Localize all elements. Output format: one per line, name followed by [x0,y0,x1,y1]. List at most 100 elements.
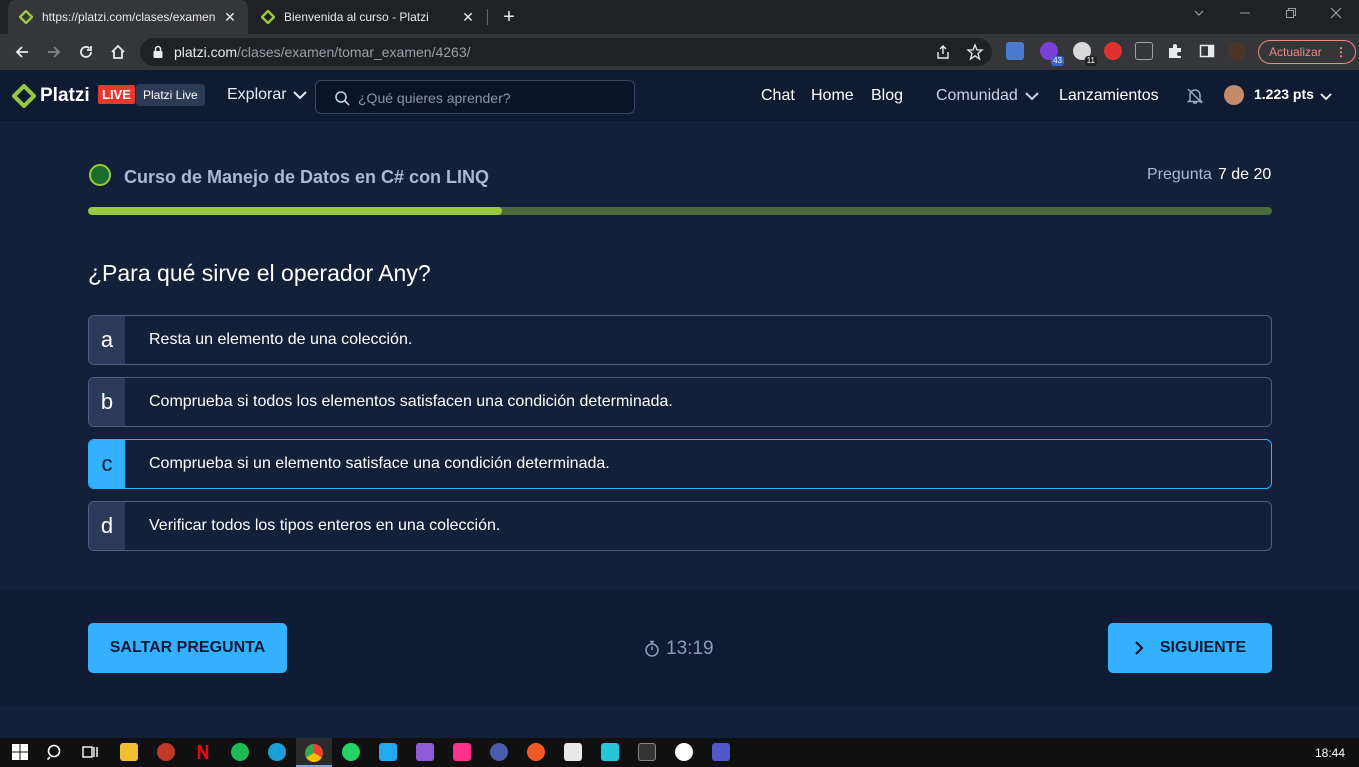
teams-icon[interactable] [712,743,730,761]
tab-close-icon[interactable]: ✕ [222,9,238,26]
app-icon[interactable] [490,743,508,761]
url-text: platzi.com/clases/examen/tomar_examen/42… [174,44,471,60]
timer-value: 13:19 [666,638,714,659]
task-view-icon[interactable] [81,743,99,761]
course-badge-icon [89,164,111,186]
whatsapp-icon[interactable] [342,743,360,761]
platzi-favicon-icon [260,9,276,25]
option-text: Resta un elemento de una colección. [149,331,413,348]
app-icon[interactable] [157,743,175,761]
question-counter: Pregunta 7 de 20 [1147,166,1271,184]
next-label: SIGUIENTE [1159,639,1247,656]
tab-title: Bienvenida al curso - Platzi [284,10,429,24]
app-icon[interactable] [564,743,582,761]
tab-close-icon[interactable]: ✕ [460,9,476,26]
platzi-logo[interactable]: Platzi [12,84,90,108]
search-box [315,80,635,114]
next-button[interactable]: SIGUIENTE [1108,623,1272,673]
browser-toolbar: platzi.com/clases/examen/tomar_examen/42… [0,34,1359,70]
extension-icon[interactable]: 11 [1073,42,1097,66]
restore-icon[interactable] [1268,0,1314,30]
explorar-label: Explorar [227,86,287,103]
spotify-icon[interactable] [231,743,249,761]
question-counter-value: 7 de 20 [1217,166,1272,183]
app-icon[interactable] [527,743,545,761]
comunidad-label: Comunidad [936,87,1018,104]
extension-icon[interactable] [1104,42,1122,60]
option-text: Verificar todos los tipos enteros en una… [149,517,501,534]
chrome-taskbar-app[interactable] [296,738,332,767]
exam-progress-bar [88,207,1272,215]
share-icon[interactable] [934,43,952,61]
address-bar[interactable]: platzi.com/clases/examen/tomar_examen/42… [140,38,992,66]
edge-icon[interactable] [268,743,286,761]
notifications-off-bell-icon[interactable] [1185,86,1205,111]
visual-studio-icon[interactable] [416,743,434,761]
jetbrains-icon[interactable] [453,743,471,761]
terminal-icon[interactable] [638,743,656,761]
minimize-icon[interactable] [1222,0,1268,30]
nav-lanzamientos[interactable]: Lanzamientos [1059,87,1159,105]
profile-avatar-icon[interactable] [1228,42,1246,60]
windows-taskbar: 18:44 [0,738,1359,767]
nav-blog[interactable]: Blog [871,87,903,105]
live-badge[interactable]: LIVE [98,85,135,104]
search-icon[interactable] [46,743,64,761]
question-label: Pregunta [1147,166,1212,183]
option-text: Comprueba si un elemento satisface una c… [149,455,610,472]
platzi-header: Platzi LIVE Platzi Live Explorar Chat Ho… [0,70,1359,123]
search-input[interactable] [358,87,618,109]
explorar-menu[interactable]: Explorar [227,86,307,104]
new-tab-button[interactable]: + [499,5,519,29]
back-arrow-icon[interactable] [9,40,35,64]
side-panel-icon[interactable] [1198,42,1216,60]
extension-icon[interactable]: 43 [1040,42,1064,66]
browser-tab[interactable]: Bienvenida al curso - Platzi ✕ [250,0,486,34]
exam-progress-fill [88,207,503,215]
question-text: ¿Para qué sirve el operador Any? [88,260,431,286]
windows-start-icon[interactable] [11,743,29,761]
tab-divider [487,9,488,25]
forward-arrow-icon[interactable] [41,40,67,64]
extension-icon[interactable] [1135,42,1153,60]
exam-footer: SALTAR PREGUNTA 13:19 SIGUIENTE [0,591,1359,705]
chrome-icon [305,744,323,762]
nav-comunidad[interactable]: Comunidad [936,87,1039,105]
taskbar-clock[interactable]: 18:44 [1315,746,1345,760]
app-icon[interactable] [601,743,619,761]
nav-home[interactable]: Home [811,87,854,105]
exam-section: Curso de Manejo de Datos en C# con LINQ … [0,124,1359,591]
nav-chat[interactable]: Chat [761,87,795,105]
reload-icon[interactable] [73,40,99,64]
vscode-icon[interactable] [379,743,397,761]
user-avatar[interactable] [1224,85,1244,105]
menu-dots-icon[interactable]: ⋮ [1335,41,1347,63]
chevron-down-icon [292,91,307,100]
tab-search-icon[interactable] [1176,0,1222,30]
page-bottom [0,705,1359,738]
answer-option-d[interactable]: d Verificar todos los tipos enteros en u… [88,501,1272,551]
course-title: Curso de Manejo de Datos en C# con LINQ [124,167,490,187]
translate-extension-icon[interactable] [1006,42,1024,60]
exam-timer: 13:19 [644,638,714,660]
logo-text: Platzi [40,85,90,106]
home-icon[interactable] [105,40,131,64]
lock-icon [152,45,166,59]
file-explorer-icon[interactable] [120,743,138,761]
app-icon[interactable] [675,743,693,761]
close-window-icon[interactable] [1313,0,1359,30]
browser-tab-active[interactable]: https://platzi.com/clases/examen ✕ [8,0,248,34]
chevron-down-icon[interactable] [1320,88,1332,106]
answer-option-b[interactable]: b Comprueba si todos los elementos satis… [88,377,1272,427]
option-text: Comprueba si todos los elementos satisfa… [149,393,673,410]
update-browser-button[interactable]: Actualizar ⋮ [1258,40,1356,64]
option-letter: d [89,502,125,550]
platzi-live-link[interactable]: Platzi Live [136,84,205,106]
answer-option-a[interactable]: a Resta un elemento de una colección. [88,315,1272,365]
bookmark-star-icon[interactable] [966,43,984,61]
extensions-puzzle-icon[interactable] [1166,42,1184,60]
points-label[interactable]: 1.223 pts [1254,86,1314,102]
answer-option-c[interactable]: c Comprueba si un elemento satisface una… [88,439,1272,489]
netflix-icon[interactable] [194,743,212,761]
skip-question-button[interactable]: SALTAR PREGUNTA [88,623,287,673]
